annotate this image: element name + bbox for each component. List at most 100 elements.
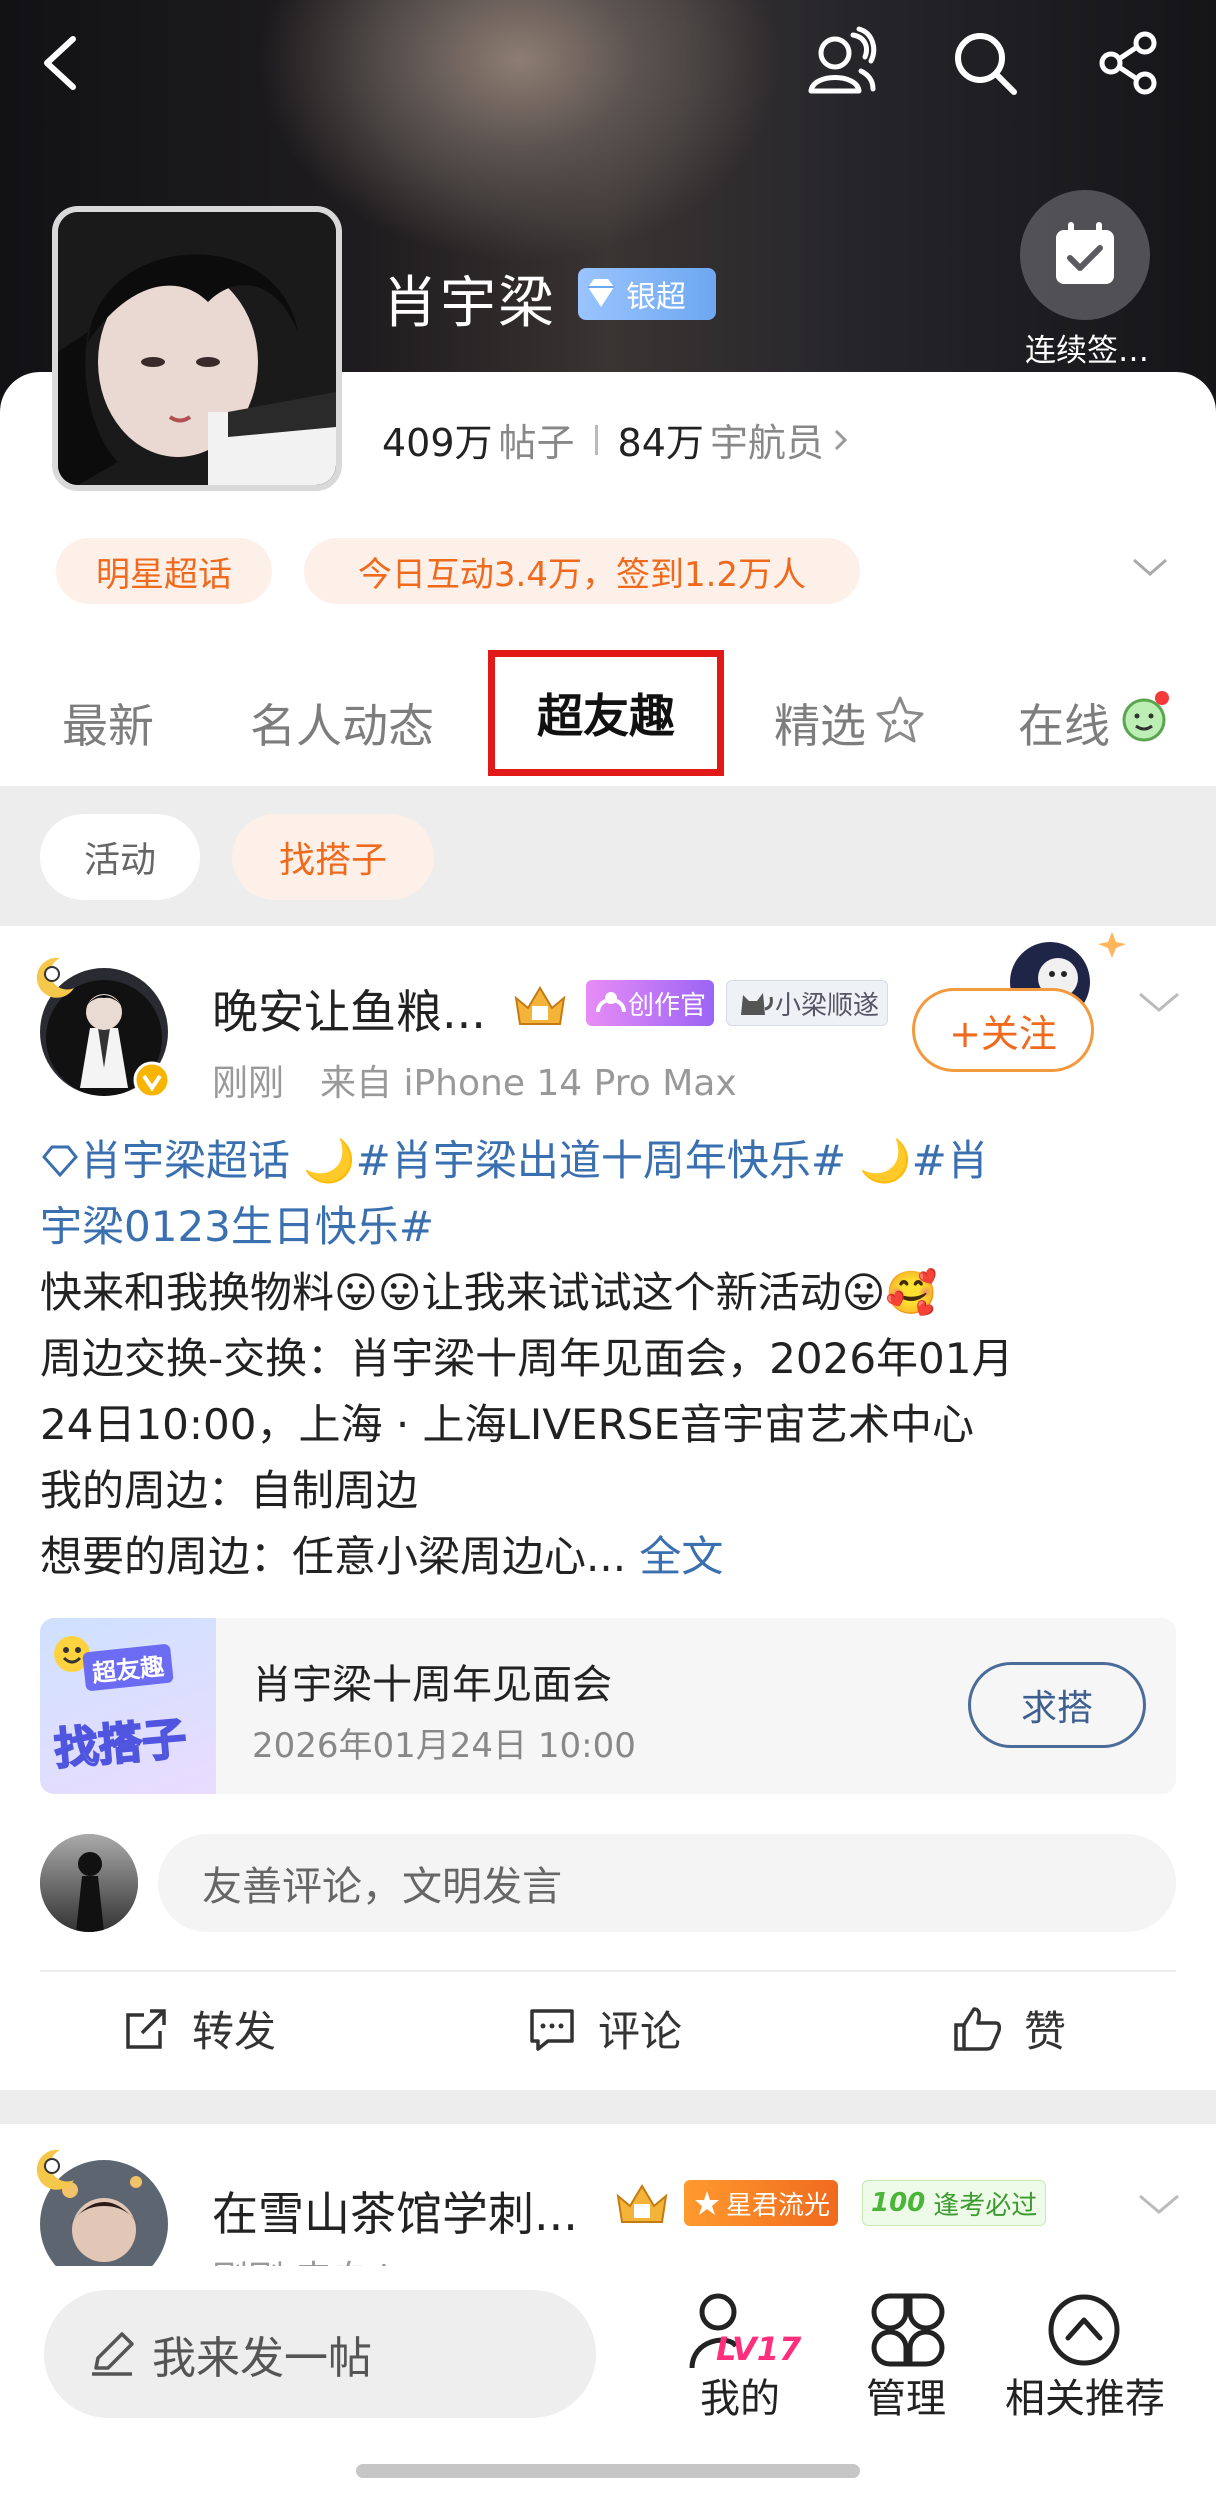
pencil-icon bbox=[92, 2332, 134, 2376]
share-button[interactable] bbox=[1084, 18, 1174, 108]
post-line-6: 我的周边：自制周边 bbox=[40, 1466, 419, 1515]
cat-icon bbox=[741, 993, 773, 1015]
topic-title: 肖宇梁 bbox=[382, 271, 556, 336]
post-time: 刚刚 bbox=[212, 1063, 285, 1104]
post-text: 肖宇梁超话 🌙#肖宇梁出道十周年快乐# 🌙#肖 宇梁0123生日快乐# 快来和我… bbox=[40, 1128, 1180, 1590]
like-button[interactable]: 赞 bbox=[950, 1998, 1066, 2059]
topic-stats[interactable]: 409万 帖子 84万 宇航员 bbox=[382, 412, 852, 467]
post2-chip-2[interactable]: 100 逢考必过 bbox=[862, 2180, 1047, 2226]
avatar-image bbox=[58, 212, 336, 485]
creator-chip-label: 创作官 bbox=[628, 990, 707, 1021]
tab-super-friends[interactable]: 超友趣 bbox=[488, 650, 724, 776]
post2-author-name[interactable]: 在雪山茶馆学刺... bbox=[212, 2178, 578, 2244]
nav-mine[interactable]: LV17 我的 bbox=[682, 2282, 802, 2422]
moon-deco-icon bbox=[36, 957, 74, 998]
like-label: 赞 bbox=[1024, 2007, 1067, 2056]
group-chat-button[interactable] bbox=[796, 18, 886, 108]
featured-star-icon bbox=[876, 696, 924, 743]
chevron-right-icon bbox=[834, 429, 848, 450]
daily-stats-pill[interactable]: 今日互动3.4万，签到1.2万人 bbox=[304, 538, 860, 604]
search-icon bbox=[955, 33, 1017, 95]
posts-label: 帖子 bbox=[498, 421, 575, 465]
card-image-top-text: 超友趣 bbox=[82, 1643, 174, 1692]
post-menu-button[interactable] bbox=[1136, 988, 1182, 1022]
back-button[interactable] bbox=[18, 18, 108, 108]
card-image-bottom-text: 找搭子 bbox=[51, 1712, 189, 1776]
posts-count: 409万 bbox=[382, 421, 493, 465]
online-smile-icon bbox=[1122, 691, 1169, 742]
post2-chip-1-label: 星君流光 bbox=[726, 2190, 831, 2221]
chevron-down-icon bbox=[1139, 2194, 1179, 2214]
post2-chip-2-label: 逢考必过 bbox=[933, 2190, 1038, 2221]
topic-avatar[interactable] bbox=[52, 206, 342, 491]
tab-celebrity[interactable]: 名人动态 bbox=[250, 690, 434, 756]
post-line-1: 肖宇梁超话 🌙#肖宇梁出道十周年快乐# 🌙#肖 bbox=[80, 1136, 989, 1185]
activity-card-image: 超友趣 找搭子 bbox=[40, 1618, 216, 1794]
activity-card[interactable]: 超友趣 找搭子 肖宇梁十周年见面会 2026年01月24日 10:00 求搭 bbox=[40, 1618, 1176, 1794]
tab-latest[interactable]: 最新 bbox=[62, 690, 154, 756]
post-hashtags-line1[interactable]: 肖宇梁超话 🌙#肖宇梁出道十周年快乐# 🌙#肖 bbox=[40, 1128, 1180, 1194]
nav-manage-label: 管理 bbox=[866, 2376, 946, 2422]
nav-recommend[interactable]: 相关推荐 bbox=[996, 2282, 1174, 2422]
compose-button[interactable]: 我来发一帖 bbox=[44, 2290, 596, 2418]
stats-divider bbox=[594, 424, 598, 455]
nav-manage[interactable]: 管理 bbox=[846, 2282, 966, 2422]
search-button[interactable] bbox=[940, 18, 1030, 108]
follow-button[interactable]: +关注 bbox=[912, 988, 1094, 1072]
comment-input[interactable]: 友善评论，文明发言 bbox=[158, 1834, 1176, 1932]
post2-menu-button[interactable] bbox=[1136, 2190, 1182, 2224]
fan-chip[interactable]: 小梁顺遂 bbox=[726, 980, 889, 1026]
post-author-name[interactable]: 晚安让鱼粮... bbox=[212, 976, 486, 1042]
verified-badge-icon bbox=[133, 1061, 171, 1099]
checkin-label: 连续签… bbox=[1025, 333, 1149, 369]
home-indicator[interactable] bbox=[356, 2464, 860, 2478]
checkin-button[interactable] bbox=[1020, 190, 1150, 320]
compose-label: 我来发一帖 bbox=[152, 2333, 372, 2384]
nav-mine-label: 我的 bbox=[700, 2376, 780, 2422]
comment-label: 评论 bbox=[598, 2007, 683, 2056]
tab-online[interactable]: 在线 bbox=[1018, 690, 1110, 756]
star-topic-pill[interactable]: 明星超话 bbox=[56, 538, 272, 604]
topic-diamond-icon bbox=[42, 1145, 78, 1178]
full-text-link[interactable]: 全文 bbox=[639, 1532, 723, 1581]
comment-button[interactable]: 评论 bbox=[526, 1998, 682, 2059]
post-line-4: 周边交换-交换：肖宇梁十周年见面会，2026年01月 bbox=[40, 1334, 1014, 1383]
star-chip-icon bbox=[695, 2191, 719, 2215]
tab-super-friends-label: 超友趣 bbox=[537, 689, 675, 743]
filter-find-partner[interactable]: 找搭子 bbox=[232, 814, 434, 900]
creator-chip[interactable]: 创作官 bbox=[586, 980, 715, 1026]
repost-button[interactable]: 转发 bbox=[120, 1998, 276, 2059]
silver-super-badge[interactable]: 银超 bbox=[578, 268, 716, 320]
tab-featured[interactable]: 精选 bbox=[774, 690, 866, 756]
crown-badge-icon bbox=[514, 986, 566, 1025]
arrow-up-circle-icon bbox=[1048, 2294, 1120, 2366]
activity-card-title: 肖宇梁十周年见面会 bbox=[252, 1662, 612, 1708]
thumbs-up-icon bbox=[954, 2006, 1002, 2051]
manage-grid-icon bbox=[871, 2293, 945, 2367]
hundred-icon: 100 bbox=[871, 2188, 926, 2218]
find-partner-button[interactable]: 求搭 bbox=[968, 1662, 1146, 1748]
post-source: 来自 iPhone 14 Pro Max bbox=[320, 1063, 737, 1104]
activity-card-date: 2026年01月24日 10:00 bbox=[252, 1726, 636, 1766]
nav-recommend-label: 相关推荐 bbox=[1005, 2376, 1165, 2422]
filter-activity[interactable]: 活动 bbox=[40, 814, 200, 900]
fan-chip-label: 小梁顺遂 bbox=[775, 990, 880, 1021]
post-line-5: 24日10:00，上海 · 上海LIVERSE音宇宙艺术中心 bbox=[40, 1400, 974, 1449]
post-line-7-wrap: 想要的周边：任意小梁周边心... 全文 bbox=[40, 1524, 1180, 1590]
moon-deco-icon bbox=[36, 2149, 74, 2190]
level-badge: LV17 bbox=[716, 2330, 802, 2368]
post-separator bbox=[0, 2090, 1216, 2124]
chevron-down-icon bbox=[1139, 992, 1179, 1012]
post-line-3: 快来和我换物料😛😛让我来试试这个新活动😛🥰 bbox=[40, 1268, 938, 1317]
creator-icon bbox=[596, 992, 626, 1013]
back-icon bbox=[44, 36, 76, 90]
repost-label: 转发 bbox=[192, 2007, 277, 2056]
post-line-7: 想要的周边：任意小梁周边心... bbox=[40, 1532, 640, 1581]
my-avatar[interactable] bbox=[40, 1834, 138, 1932]
post2-chip-1[interactable]: 星君流光 bbox=[684, 2180, 839, 2226]
calendar-icon bbox=[1056, 222, 1114, 284]
comment-icon bbox=[530, 2008, 574, 2051]
post-line-2[interactable]: 宇梁0123生日快乐# bbox=[40, 1194, 1180, 1260]
expand-button[interactable] bbox=[1130, 552, 1170, 586]
members-label: 宇航员 bbox=[709, 421, 824, 465]
